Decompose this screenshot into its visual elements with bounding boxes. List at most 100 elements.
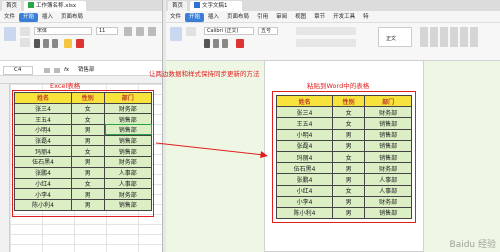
table-cell[interactable]: 销售部 — [364, 150, 412, 164]
word-menu-layout[interactable]: 页面布局 — [223, 11, 253, 23]
table-cell[interactable]: 财务部 — [364, 195, 412, 208]
table-cell[interactable]: 小红4 — [275, 184, 334, 197]
word-menu-section[interactable]: 章节 — [310, 11, 329, 23]
table-cell[interactable]: 男 — [332, 195, 366, 208]
table-cell[interactable]: 男 — [71, 156, 105, 168]
table-cell[interactable]: 销售部 — [364, 139, 412, 152]
cut-icon[interactable] — [20, 27, 30, 36]
fx-icon[interactable]: fx — [64, 66, 69, 75]
paste-icon[interactable] — [4, 27, 16, 41]
word-menu-references[interactable]: 引用 — [253, 11, 272, 23]
table-header-cell[interactable]: 姓名 — [275, 94, 334, 108]
table-cell[interactable]: 张三4 — [275, 106, 334, 119]
table-cell[interactable]: 王五4 — [275, 117, 334, 130]
bold-icon[interactable] — [34, 39, 40, 48]
table-cell[interactable]: 人事部 — [364, 184, 412, 197]
table-cell[interactable]: 男 — [71, 134, 105, 147]
table-cell[interactable]: 张鹏4 — [275, 173, 334, 186]
table-cell[interactable]: 销售部 — [103, 113, 152, 126]
table-cell[interactable]: 销售部 — [364, 128, 412, 141]
word-menu-view[interactable]: 视图 — [291, 11, 310, 23]
word-menu-insert[interactable]: 插入 — [204, 11, 223, 23]
table-cell[interactable]: 张鹏4 — [14, 166, 72, 179]
table-cell[interactable]: 男 — [332, 139, 366, 152]
table-cell[interactable]: 人事部 — [103, 177, 152, 190]
font-color-icon[interactable] — [76, 39, 84, 48]
excel-tab-home[interactable]: 首页 — [2, 1, 22, 11]
table-cell[interactable]: 女 — [332, 117, 366, 130]
selected-cell[interactable] — [105, 124, 152, 135]
table-header-cell[interactable]: 姓名 — [14, 92, 72, 104]
confirm-icon[interactable] — [54, 68, 60, 73]
table-cell[interactable]: 财务部 — [103, 188, 152, 200]
table-cell[interactable]: 陈小利4 — [275, 206, 334, 220]
excel-data-table[interactable]: 姓名 性别 部门 张三4 女财务部 王五4 女销售部 小明4 男销售部 张磊4 男销售部 玛丽4 女销售… — [14, 92, 152, 211]
formula-input[interactable]: 销售部 — [78, 66, 95, 75]
table-cell[interactable]: 男 — [332, 206, 366, 220]
table-cell[interactable]: 陈小利4 — [14, 198, 72, 211]
word-tab-file[interactable]: 文字文稿1 — [190, 1, 242, 11]
table-cell[interactable]: 女 — [332, 150, 366, 164]
table-cell[interactable]: 财务部 — [364, 162, 412, 175]
table-cell[interactable]: 张磊4 — [14, 134, 72, 147]
excel-menu-file[interactable]: 文件 — [0, 11, 19, 23]
table-cell[interactable]: 小红4 — [14, 177, 72, 190]
table-cell[interactable]: 女 — [71, 177, 105, 190]
table-header-cell[interactable]: 部门 — [103, 92, 152, 104]
fill-color-icon[interactable] — [64, 39, 72, 48]
word-tab-home[interactable]: 首页 — [168, 1, 188, 11]
table-cell[interactable]: 销售部 — [364, 117, 412, 130]
paragraph-buttons[interactable] — [296, 39, 356, 47]
word-menu-special[interactable]: 特 — [359, 11, 373, 23]
word-font-color-icon[interactable] — [236, 39, 244, 48]
table-cell[interactable]: 小李4 — [14, 188, 72, 200]
word-paste-icon[interactable] — [170, 27, 182, 41]
table-cell[interactable]: 财务部 — [103, 102, 152, 115]
table-cell[interactable]: 女 — [332, 184, 366, 197]
cancel-icon[interactable] — [44, 68, 50, 73]
excel-menu-insert[interactable]: 插入 — [38, 11, 57, 23]
italic-icon[interactable] — [43, 39, 49, 48]
excel-tab-file[interactable]: 工作簿名称.xlsx — [24, 1, 86, 11]
underline-icon[interactable] — [52, 39, 58, 48]
word-menu-developer[interactable]: 开发工具 — [329, 11, 359, 23]
table-cell[interactable]: 玛丽4 — [14, 145, 72, 158]
table-cell[interactable]: 男 — [71, 188, 105, 200]
list-buttons[interactable] — [296, 27, 356, 35]
align-left-icon[interactable] — [124, 27, 132, 36]
table-cell[interactable]: 人事部 — [364, 173, 412, 186]
table-cell[interactable]: 女 — [71, 102, 105, 115]
table-cell[interactable]: 女 — [71, 113, 105, 126]
table-cell[interactable]: 财务部 — [103, 156, 152, 168]
excel-font-size[interactable]: 11 — [96, 27, 118, 35]
table-cell[interactable]: 小明4 — [14, 124, 72, 136]
table-cell[interactable]: 销售部 — [103, 134, 152, 147]
table-cell[interactable]: 伍石黑4 — [14, 156, 72, 168]
word-menu-file[interactable]: 文件 — [166, 11, 185, 23]
table-cell[interactable]: 男 — [332, 173, 366, 186]
table-cell[interactable]: 伍石黑4 — [275, 162, 334, 175]
table-cell[interactable]: 销售部 — [103, 198, 152, 211]
word-underline-icon[interactable] — [222, 39, 228, 48]
table-cell[interactable]: 玛丽4 — [275, 150, 334, 164]
word-menu-home[interactable]: 开始 — [185, 13, 205, 22]
word-data-table[interactable]: 姓名 性别 部门 张三4 女财务部 王五4 女销售部 小明4 男销售部 张磊4 男销售部 玛丽4 女销售… — [275, 94, 412, 220]
table-cell[interactable]: 女 — [71, 145, 105, 158]
style-gallery[interactable] — [420, 27, 480, 47]
name-box[interactable]: C4 — [3, 66, 33, 75]
word-menu-review[interactable]: 审阅 — [272, 11, 291, 23]
table-cell[interactable]: 财务部 — [364, 106, 412, 119]
copy-icon[interactable] — [20, 38, 30, 47]
word-font-size[interactable]: 五号 — [258, 27, 278, 35]
align-right-icon[interactable] — [148, 27, 156, 36]
table-cell[interactable]: 男 — [71, 124, 105, 136]
table-cell[interactable]: 人事部 — [103, 166, 152, 179]
table-cell[interactable]: 女 — [332, 106, 366, 119]
word-bold-icon[interactable] — [204, 39, 210, 48]
table-cell[interactable]: 小明4 — [275, 128, 334, 141]
table-header-cell[interactable]: 部门 — [364, 94, 412, 108]
table-header-cell[interactable]: 性别 — [71, 92, 105, 104]
excel-menu-layout[interactable]: 页面布局 — [57, 11, 87, 23]
table-cell[interactable]: 销售部 — [103, 145, 152, 158]
word-italic-icon[interactable] — [213, 39, 219, 48]
